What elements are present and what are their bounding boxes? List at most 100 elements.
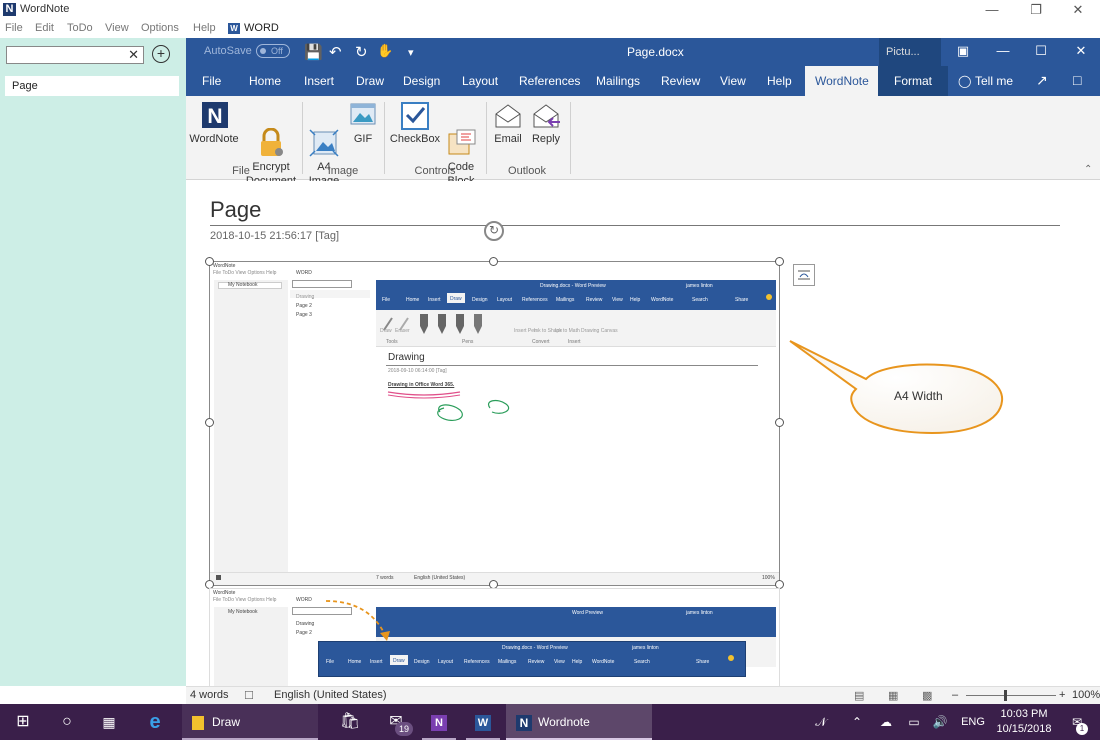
language-indicator[interactable]: ENG: [956, 704, 990, 740]
comments-icon[interactable]: □: [1073, 72, 1081, 88]
store-icon[interactable]: 🛍: [332, 704, 368, 740]
zoom-slider-thumb[interactable]: [1004, 690, 1007, 701]
word-title-bar: AutoSave Off 💾 ↶ ↻ ✋ ▾ Page.docx Pictu..…: [186, 38, 1100, 66]
lock-icon: [255, 114, 287, 156]
gif-button[interactable]: GIF: [346, 100, 380, 146]
menu-view[interactable]: View: [105, 22, 129, 34]
tab-format[interactable]: Format: [878, 66, 948, 96]
zoom-out-button[interactable]: –: [952, 689, 958, 701]
volume-icon[interactable]: 🔊: [928, 704, 952, 740]
zoom-level[interactable]: 100%: [1072, 689, 1100, 701]
checkbox-button[interactable]: CheckBox: [388, 100, 442, 146]
notes-sidebar: ✕ + Page: [0, 38, 186, 686]
tab-design[interactable]: Design: [403, 74, 440, 88]
print-layout-icon[interactable]: ▦: [888, 689, 898, 702]
title-bar: N WordNote — ❐ ✕: [0, 0, 1100, 20]
tab-file[interactable]: File: [202, 74, 221, 88]
show-hidden-icons-icon[interactable]: ⌃: [846, 704, 868, 740]
ribbon-display-icon[interactable]: ▣: [944, 38, 982, 66]
envelope-icon: [492, 100, 524, 130]
reply-button[interactable]: Reply: [528, 100, 564, 146]
menu-options[interactable]: Options: [141, 22, 179, 34]
resize-handle-ne[interactable]: [775, 257, 784, 266]
edge-browser-icon[interactable]: e: [138, 704, 172, 740]
tab-view[interactable]: View: [720, 74, 746, 88]
word-app-icon[interactable]: W: [466, 704, 500, 740]
wordnote-button[interactable]: N WordNote: [188, 100, 240, 146]
minimize-button[interactable]: —: [972, 0, 1012, 20]
web-layout-icon[interactable]: ▩: [922, 689, 932, 702]
onenote-icon[interactable]: N: [422, 704, 456, 740]
undo-icon[interactable]: ↶: [329, 43, 342, 61]
title-divider: [210, 225, 1060, 226]
search-input[interactable]: ✕: [6, 46, 144, 64]
language-status[interactable]: English (United States): [274, 689, 387, 701]
app-title: WordNote: [20, 3, 70, 15]
menu-todo[interactable]: ToDo: [67, 22, 93, 34]
tab-mailings[interactable]: Mailings: [596, 74, 640, 88]
embedded-screenshot-2: WordNote File ToDo View Options Help WOR…: [209, 588, 780, 686]
menu-help[interactable]: Help: [193, 22, 216, 34]
tab-wordnote[interactable]: WordNote: [805, 66, 879, 96]
collapse-ribbon-icon[interactable]: ⌃: [1084, 164, 1092, 175]
tab-insert[interactable]: Insert: [304, 74, 334, 88]
zoom-slider[interactable]: [966, 695, 1056, 696]
taskbar-draw-window[interactable]: Draw: [182, 704, 318, 740]
layout-options-icon[interactable]: [793, 264, 815, 286]
clock-date: 10/15/2018: [996, 723, 1052, 735]
search-circle-icon[interactable]: ○: [50, 704, 84, 740]
network-icon[interactable]: ▭: [902, 704, 926, 740]
selected-picture[interactable]: WordNote File ToDo View Options Help WOR…: [209, 261, 780, 586]
proofing-icon[interactable]: ☐: [244, 689, 254, 702]
tab-help[interactable]: Help: [767, 74, 792, 88]
add-page-button[interactable]: +: [152, 45, 170, 63]
action-center-icon[interactable]: ✉: [1064, 704, 1090, 740]
taskbar-wordnote-window[interactable]: N Wordnote: [506, 704, 652, 740]
tab-layout[interactable]: Layout: [462, 74, 498, 88]
word-count[interactable]: 4 words: [190, 689, 229, 701]
email-button[interactable]: Email: [490, 100, 526, 146]
wordnote-taskbar-icon: N: [516, 714, 532, 731]
status-bar: 4 words ☐ English (United States) ▤ ▦ ▩ …: [186, 686, 1100, 704]
resize-handle-n[interactable]: [489, 257, 498, 266]
tab-review[interactable]: Review: [661, 74, 700, 88]
menu-file[interactable]: File: [5, 22, 23, 34]
menu-word[interactable]: WORD: [244, 22, 279, 34]
page-date: 2018-10-15 21:56:17 [Tag]: [210, 230, 340, 242]
tab-references[interactable]: References: [519, 74, 580, 88]
tab-home[interactable]: Home: [249, 74, 281, 88]
onedrive-cloud-icon[interactable]: ☁: [874, 704, 898, 740]
wordnote-icon: N: [198, 100, 230, 130]
close-button[interactable]: ✕: [1058, 0, 1098, 20]
save-icon[interactable]: 💾: [304, 43, 323, 61]
menu-edit[interactable]: Edit: [35, 22, 54, 34]
autosave-toggle[interactable]: Off: [256, 44, 290, 58]
restore-button[interactable]: ❐: [1016, 0, 1056, 20]
touch-mode-icon[interactable]: ✋: [377, 43, 393, 59]
rotate-handle-icon[interactable]: ↻: [484, 221, 504, 241]
resize-handle-w[interactable]: [205, 418, 214, 427]
word-maximize-button[interactable]: ☐: [1022, 38, 1060, 66]
share-icon[interactable]: ↗: [1036, 72, 1048, 89]
tell-me-input[interactable]: Tell me: [975, 74, 1013, 88]
tell-me-icon[interactable]: ◯: [958, 74, 971, 88]
start-windows-icon[interactable]: ⊞: [6, 704, 40, 740]
wordnote-logo-icon: N: [3, 3, 16, 16]
customize-toolbar-icon[interactable]: ▾: [408, 46, 414, 59]
read-mode-icon[interactable]: ▤: [854, 689, 864, 702]
sidebar-item-page[interactable]: Page: [5, 76, 179, 96]
code-block-icon: [445, 114, 477, 155]
tab-draw[interactable]: Draw: [356, 74, 384, 88]
redo-icon[interactable]: ↻: [355, 43, 368, 61]
word-close-button[interactable]: ✕: [1062, 38, 1100, 66]
word-minimize-button[interactable]: —: [984, 38, 1022, 66]
resize-handle-nw[interactable]: [205, 257, 214, 266]
document-title: Page.docx: [627, 45, 684, 59]
zoom-in-button[interactable]: +: [1059, 689, 1065, 701]
people-icon[interactable]: 𝒩: [808, 704, 834, 740]
folder-icon: [192, 715, 204, 730]
clear-search-icon[interactable]: ✕: [128, 47, 139, 63]
clock[interactable]: 10:03 PM 10/15/2018: [994, 707, 1054, 737]
task-view-icon[interactable]: ▦: [92, 704, 126, 740]
sidebar-item-label: Page: [12, 80, 38, 92]
